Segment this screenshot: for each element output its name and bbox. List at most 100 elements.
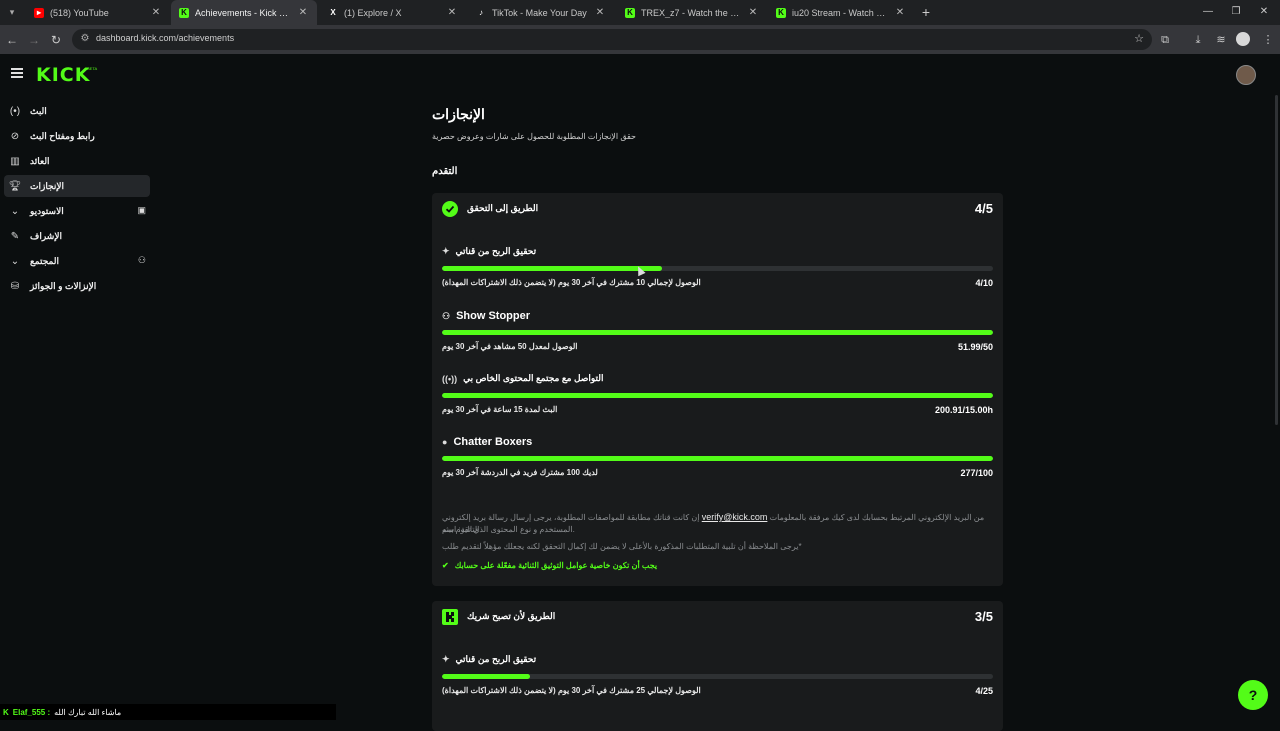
link-icon: ⊘ xyxy=(10,130,20,142)
tab-title: (518) YouTube xyxy=(50,7,109,18)
bookmark-star-icon[interactable]: ☆ xyxy=(1134,32,1144,45)
achievement-description: الوصول لإجمالي 25 مشترك في آخر 30 يوم (ل… xyxy=(442,686,701,695)
chat-bubble-icon: ● xyxy=(442,437,448,447)
beta-badge: BETA xyxy=(87,66,98,71)
card-title: الطريق إلى التحقق xyxy=(467,203,539,213)
restore-icon[interactable]: ❐ xyxy=(1228,4,1244,20)
browser-tab-strip: ▾ ▸ (518) YouTube ✕ K Achievements - Kic… xyxy=(0,0,1280,25)
browser-tab-youtube[interactable]: ▸ (518) YouTube ✕ xyxy=(26,0,170,25)
kick-icon: K xyxy=(179,7,189,18)
sidebar-item-revenue[interactable]: ▥ العائد xyxy=(4,150,150,172)
card-count: 3/5 xyxy=(974,609,993,624)
chevron-down-icon: ⌄ xyxy=(10,205,20,217)
progress-track xyxy=(442,674,993,679)
achievement-item: ⚇ Show Stopper الوصول لمعدل 50 مشاهد في … xyxy=(442,310,993,362)
forward-arrow-icon[interactable]: → xyxy=(26,32,42,48)
sidebar-item-label: الإشراف xyxy=(30,230,62,241)
requirement-text: يجب أن تكون خاصية عوامل التوثيق الثنائية… xyxy=(454,561,658,570)
youtube-icon: ▸ xyxy=(34,7,44,18)
sidebar-item-studio[interactable]: ⌄ الاستوديو ▣ xyxy=(4,200,150,222)
verify-email-link[interactable]: verify@kick.com xyxy=(702,512,768,522)
hamburger-menu-icon[interactable] xyxy=(11,68,23,78)
tab-title: Achievements - Kick Dashboard xyxy=(195,7,291,18)
two-factor-requirement: ✔ يجب أن تكون خاصية عوامل التوثيق الثنائ… xyxy=(442,561,657,570)
site-info-icon[interactable]: ⚙ xyxy=(78,32,92,46)
address-bar[interactable]: ⚙ dashboard.kick.com/achievements ☆ xyxy=(72,29,1152,50)
achievement-item: ● Chatter Boxers لديك 100 مشترك فريد في … xyxy=(442,436,993,488)
sidebar-item-label: المجتمع xyxy=(30,255,59,266)
tab-title: iu20 Stream - Watch Live on Ki xyxy=(792,7,888,18)
window-close-icon[interactable]: ✕ xyxy=(1256,4,1272,20)
kick-icon: K xyxy=(625,7,635,18)
sidebar-item-drops-rewards[interactable]: ⛁ الإنزالات و الجوائز xyxy=(4,275,150,297)
achievement-description: الوصول لإجمالي 10 مشترك في آخر 30 يوم (ل… xyxy=(442,278,701,287)
achievement-title: Chatter Boxers xyxy=(453,436,533,448)
browser-tab-kick-vod[interactable]: K TREX_z7 - Watch the VOD on Ki ✕ xyxy=(617,0,767,25)
sidebar-item-community[interactable]: ⌄ المجتمع ⚇ xyxy=(4,250,150,272)
back-arrow-icon[interactable]: ← xyxy=(4,32,20,48)
close-icon[interactable]: ✕ xyxy=(747,7,759,18)
sidebar-item-achievements[interactable]: 🏆︎ الإنجازات xyxy=(4,175,150,197)
achievement-name: ((•)) التواصل مع مجتمع المحتوى الخاص بي xyxy=(442,373,604,384)
chat-overlay: K Elaf_555 : ماشاء الله تبارك الله xyxy=(0,704,336,720)
browser-tab-tiktok[interactable]: ♪ TikTok - Make Your Day ✕ xyxy=(468,0,614,25)
viewers-icon: ⚇ xyxy=(442,310,451,321)
achievement-value: 4/10 xyxy=(975,278,993,288)
sidebar-item-label: الإنجازات xyxy=(30,180,65,191)
broadcast-icon: (•) xyxy=(9,105,21,117)
tab-title: (1) Explore / X xyxy=(344,7,402,18)
sidebar-item-stream-key[interactable]: ⊘ رابط ومفتاح البث xyxy=(4,125,150,147)
minimize-icon[interactable]: — xyxy=(1200,4,1216,20)
download-icon[interactable]: ⤓ xyxy=(1190,32,1206,48)
extensions-icon[interactable]: ⧉ xyxy=(1157,32,1173,48)
sidebar-item-label: رابط ومفتاح البث xyxy=(30,130,95,141)
progress-fill xyxy=(442,456,993,461)
checkmark-icon: ✔ xyxy=(442,561,449,570)
progress-track xyxy=(442,330,993,335)
media-control-icon[interactable]: ≋ xyxy=(1213,32,1229,48)
page-scrollbar[interactable] xyxy=(1275,95,1278,425)
help-chat-button[interactable]: ? xyxy=(1238,680,1268,710)
achievement-description: الوصول لمعدل 50 مشاهد في آخر 30 يوم xyxy=(442,342,578,351)
note-text: إن كانت قناتك مطابقة للمواصفات المطلوبة،… xyxy=(442,513,700,522)
trophy-icon: 🏆︎ xyxy=(8,180,22,192)
browser-profile-icon[interactable] xyxy=(1236,32,1250,46)
sidebar-item-moderation[interactable]: ✎ الإشراف xyxy=(4,225,150,247)
browser-toolbar: ← → ↻ ⚙ dashboard.kick.com/achievements … xyxy=(0,25,1280,54)
close-icon[interactable]: ✕ xyxy=(894,7,906,18)
close-icon[interactable]: ✕ xyxy=(297,7,309,18)
sparkle-icon: ✦ xyxy=(442,246,450,256)
wrench-icon: ✎ xyxy=(10,230,20,242)
page-title: الإنجازات xyxy=(432,106,485,122)
kick-logo[interactable]: KICK xyxy=(36,64,90,86)
sidebar-item-label: البث xyxy=(30,105,47,116)
achievement-item: ((•)) التواصل مع مجتمع المحتوى الخاص بي … xyxy=(442,373,993,425)
browser-tab-x[interactable]: X (1) Explore / X ✕ xyxy=(320,0,466,25)
chevron-down-icon: ⌄ xyxy=(10,255,20,267)
progress-fill xyxy=(442,330,993,335)
browser-tab-kick-live[interactable]: K iu20 Stream - Watch Live on Ki ✕ xyxy=(768,0,914,25)
browser-tab-kick-dashboard[interactable]: K Achievements - Kick Dashboard ✕ xyxy=(171,0,317,25)
tab-search-icon[interactable]: ▾ xyxy=(4,4,20,20)
achievement-description: البث لمدة 15 ساعة في آخر 30 يوم xyxy=(442,405,558,414)
broadcast-icon: ((•)) xyxy=(442,373,458,384)
achievement-name: ✦ تحقيق الربح من قناتي xyxy=(442,246,536,257)
close-icon[interactable]: ✕ xyxy=(446,7,458,18)
achievement-name: ⚇ Show Stopper xyxy=(442,310,530,322)
reload-icon[interactable]: ↻ xyxy=(48,32,64,48)
achievement-item: ✦ تحقيق الربح من قناتي الوصول لإجمالي 25… xyxy=(442,654,993,706)
sidebar-item-stream[interactable]: (•) البث xyxy=(4,100,150,122)
achievement-value: 277/100 xyxy=(960,468,993,478)
partner-card: الطريق لأن تصبح شريك 3/5 ✦ تحقيق الربح م… xyxy=(432,601,1003,731)
avatar[interactable] xyxy=(1236,65,1256,85)
achievement-value: 200.91/15.00h xyxy=(934,405,993,415)
close-icon[interactable]: ✕ xyxy=(150,7,162,18)
url-text: dashboard.kick.com/achievements xyxy=(96,33,235,43)
sidebar-item-label: الإنزالات و الجوائز xyxy=(30,280,97,291)
new-tab-button[interactable]: + xyxy=(918,4,934,20)
achievement-item: ✦ تحقيق الربح من قناتي الوصول لإجمالي 10… xyxy=(442,246,993,298)
close-icon[interactable]: ✕ xyxy=(594,7,606,18)
card-title: الطريق لأن تصبح شريك xyxy=(467,611,556,621)
achievement-title: التواصل مع مجتمع المحتوى الخاص بي xyxy=(463,373,604,383)
browser-menu-icon[interactable]: ⋮ xyxy=(1260,32,1276,48)
